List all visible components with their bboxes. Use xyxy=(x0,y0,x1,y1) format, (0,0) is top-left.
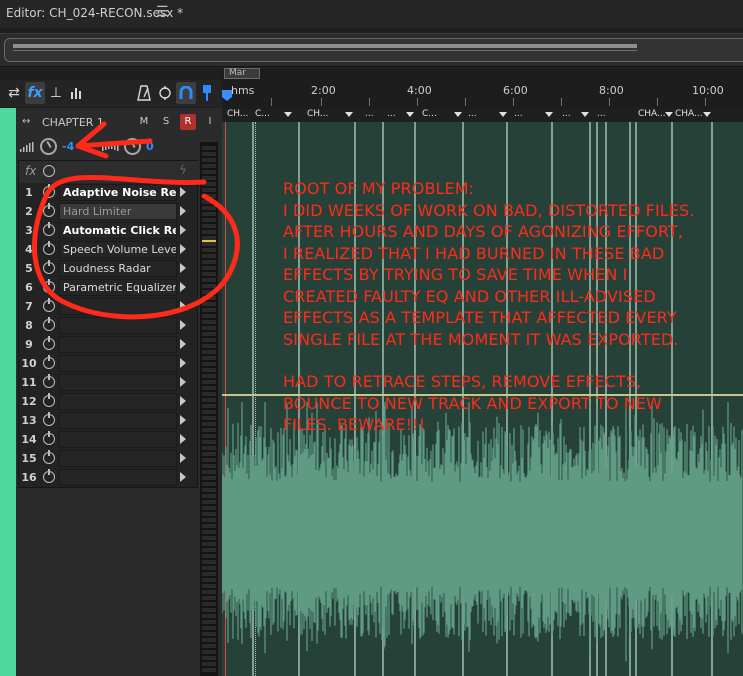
annotation-arrow-shaft xyxy=(75,138,153,149)
annotation-circle xyxy=(31,174,240,320)
annotation-strokes xyxy=(31,121,240,320)
editor-window: { "window": { "title": "Editor: CH_024-R… xyxy=(0,0,743,676)
annotation-arrow-head xyxy=(75,121,109,159)
